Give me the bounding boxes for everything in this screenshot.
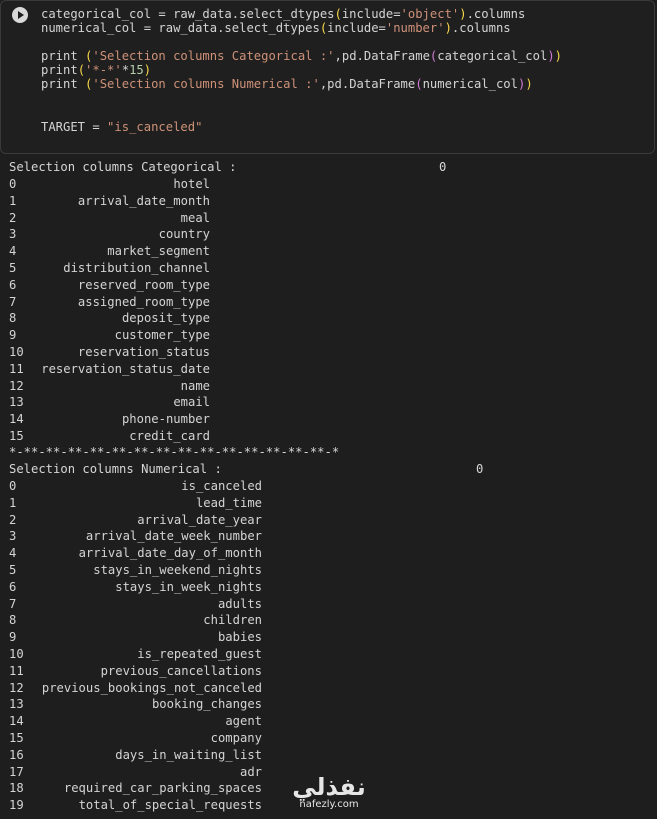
row-value: babies [217,630,262,645]
row-index: 14 [9,412,24,427]
row-value: meal [180,210,210,225]
row-value: company [210,731,262,745]
row-value: arrival_date_month [77,193,210,208]
row-value: reservation_status [77,345,210,359]
row-value: previous_bookings_not_canceled [41,680,262,695]
row-index: 12 [9,378,24,393]
row-value: country [158,227,210,242]
code-line-4: print('*-*'*15) [41,63,152,77]
row-index: 19 [9,798,24,813]
row-value: assigned_room_type [77,294,210,309]
categorical-column-label: 0 [439,160,447,174]
row-value: lead_time [195,495,262,510]
row-index: 5 [9,261,17,275]
row-index: 0 [9,177,17,191]
row-value: credit_card [129,429,210,443]
row-index: 15 [9,429,24,443]
row-value: customer_type [114,328,210,343]
row-value: adults [217,596,262,611]
row-value: booking_changes [151,697,262,712]
code-cell[interactable]: categorical_col = raw_data.select_dtypes… [0,0,655,154]
row-value: arrival_date_day_of_month [78,546,262,561]
code-line-5: print ('Selection columns Numerical :',p… [41,77,533,91]
watermark-logo: نفذلي nafezly.com [288,775,370,817]
row-value: previous_cancellations [100,663,262,678]
row-index: 1 [9,193,17,208]
watermark-latin-text: nafezly.com [299,799,359,810]
row-index: 3 [9,227,17,242]
row-value: is_canceled [181,479,262,493]
code-line-3: print ('Selection columns Categorical :'… [41,49,562,63]
row-index: 11 [9,663,24,678]
categorical-header: Selection columns Categorical : [9,160,237,174]
row-index: 18 [9,781,24,796]
row-index: 7 [9,294,17,309]
row-index: 16 [9,747,24,762]
row-index: 1 [9,495,17,510]
row-index: 10 [9,345,24,359]
row-index: 8 [9,613,17,628]
row-value: is_repeated_guest [137,647,262,661]
code-line-1: categorical_col = raw_data.select_dtypes… [41,7,526,21]
row-value: stays_in_week_nights [115,579,262,594]
row-value: adr [239,764,262,779]
row-index: 5 [9,563,17,577]
run-cell-icon[interactable] [12,7,28,23]
watermark-arabic-text: نفذلي [292,773,366,801]
row-value: distribution_channel [63,261,210,275]
row-value: market_segment [107,244,210,259]
row-value: agent [225,714,262,729]
row-value: phone-number [121,412,210,427]
row-value: reserved_room_type [77,277,210,292]
row-value: email [173,395,210,410]
row-value: children [203,613,262,628]
code-line-2: numerical_col = raw_data.select_dtypes(i… [41,21,511,35]
row-index: 12 [9,680,24,695]
row-index: 6 [9,277,17,292]
row-value: arrival_date_year [137,512,262,527]
row-index: 4 [9,546,17,561]
row-value: days_in_waiting_list [115,747,262,762]
row-index: 7 [9,596,17,611]
row-value: deposit_type [121,311,210,326]
row-index: 8 [9,311,17,326]
separator-line: *-**-**-**-**-**-**-**-**-**-**-**-**-**… [9,445,340,459]
row-value: reservation_status_date [41,361,210,376]
numerical-header: Selection columns Numerical : [9,462,222,476]
code-line-6: TARGET = "is_canceled" [41,120,203,134]
row-value: name [180,378,210,393]
row-index: 13 [9,697,24,712]
row-index: 3 [9,529,17,544]
row-index: 11 [9,361,24,376]
numerical-column-label: 0 [476,462,484,476]
row-index: 13 [9,395,24,410]
row-value: stays_in_weekend_nights [93,563,262,577]
row-index: 9 [9,328,17,343]
row-index: 15 [9,731,24,745]
row-index: 17 [9,764,24,779]
row-index: 2 [9,210,17,225]
row-index: 2 [9,512,17,527]
row-index: 14 [9,714,24,729]
row-index: 9 [9,630,17,645]
row-index: 0 [9,479,17,493]
row-index: 10 [9,647,24,661]
row-value: hotel [173,177,210,191]
row-value: arrival_date_week_number [85,529,262,544]
row-value: required_car_parking_spaces [63,781,262,796]
row-index: 6 [9,579,17,594]
row-value: total_of_special_requests [78,798,262,813]
row-index: 4 [9,244,17,259]
